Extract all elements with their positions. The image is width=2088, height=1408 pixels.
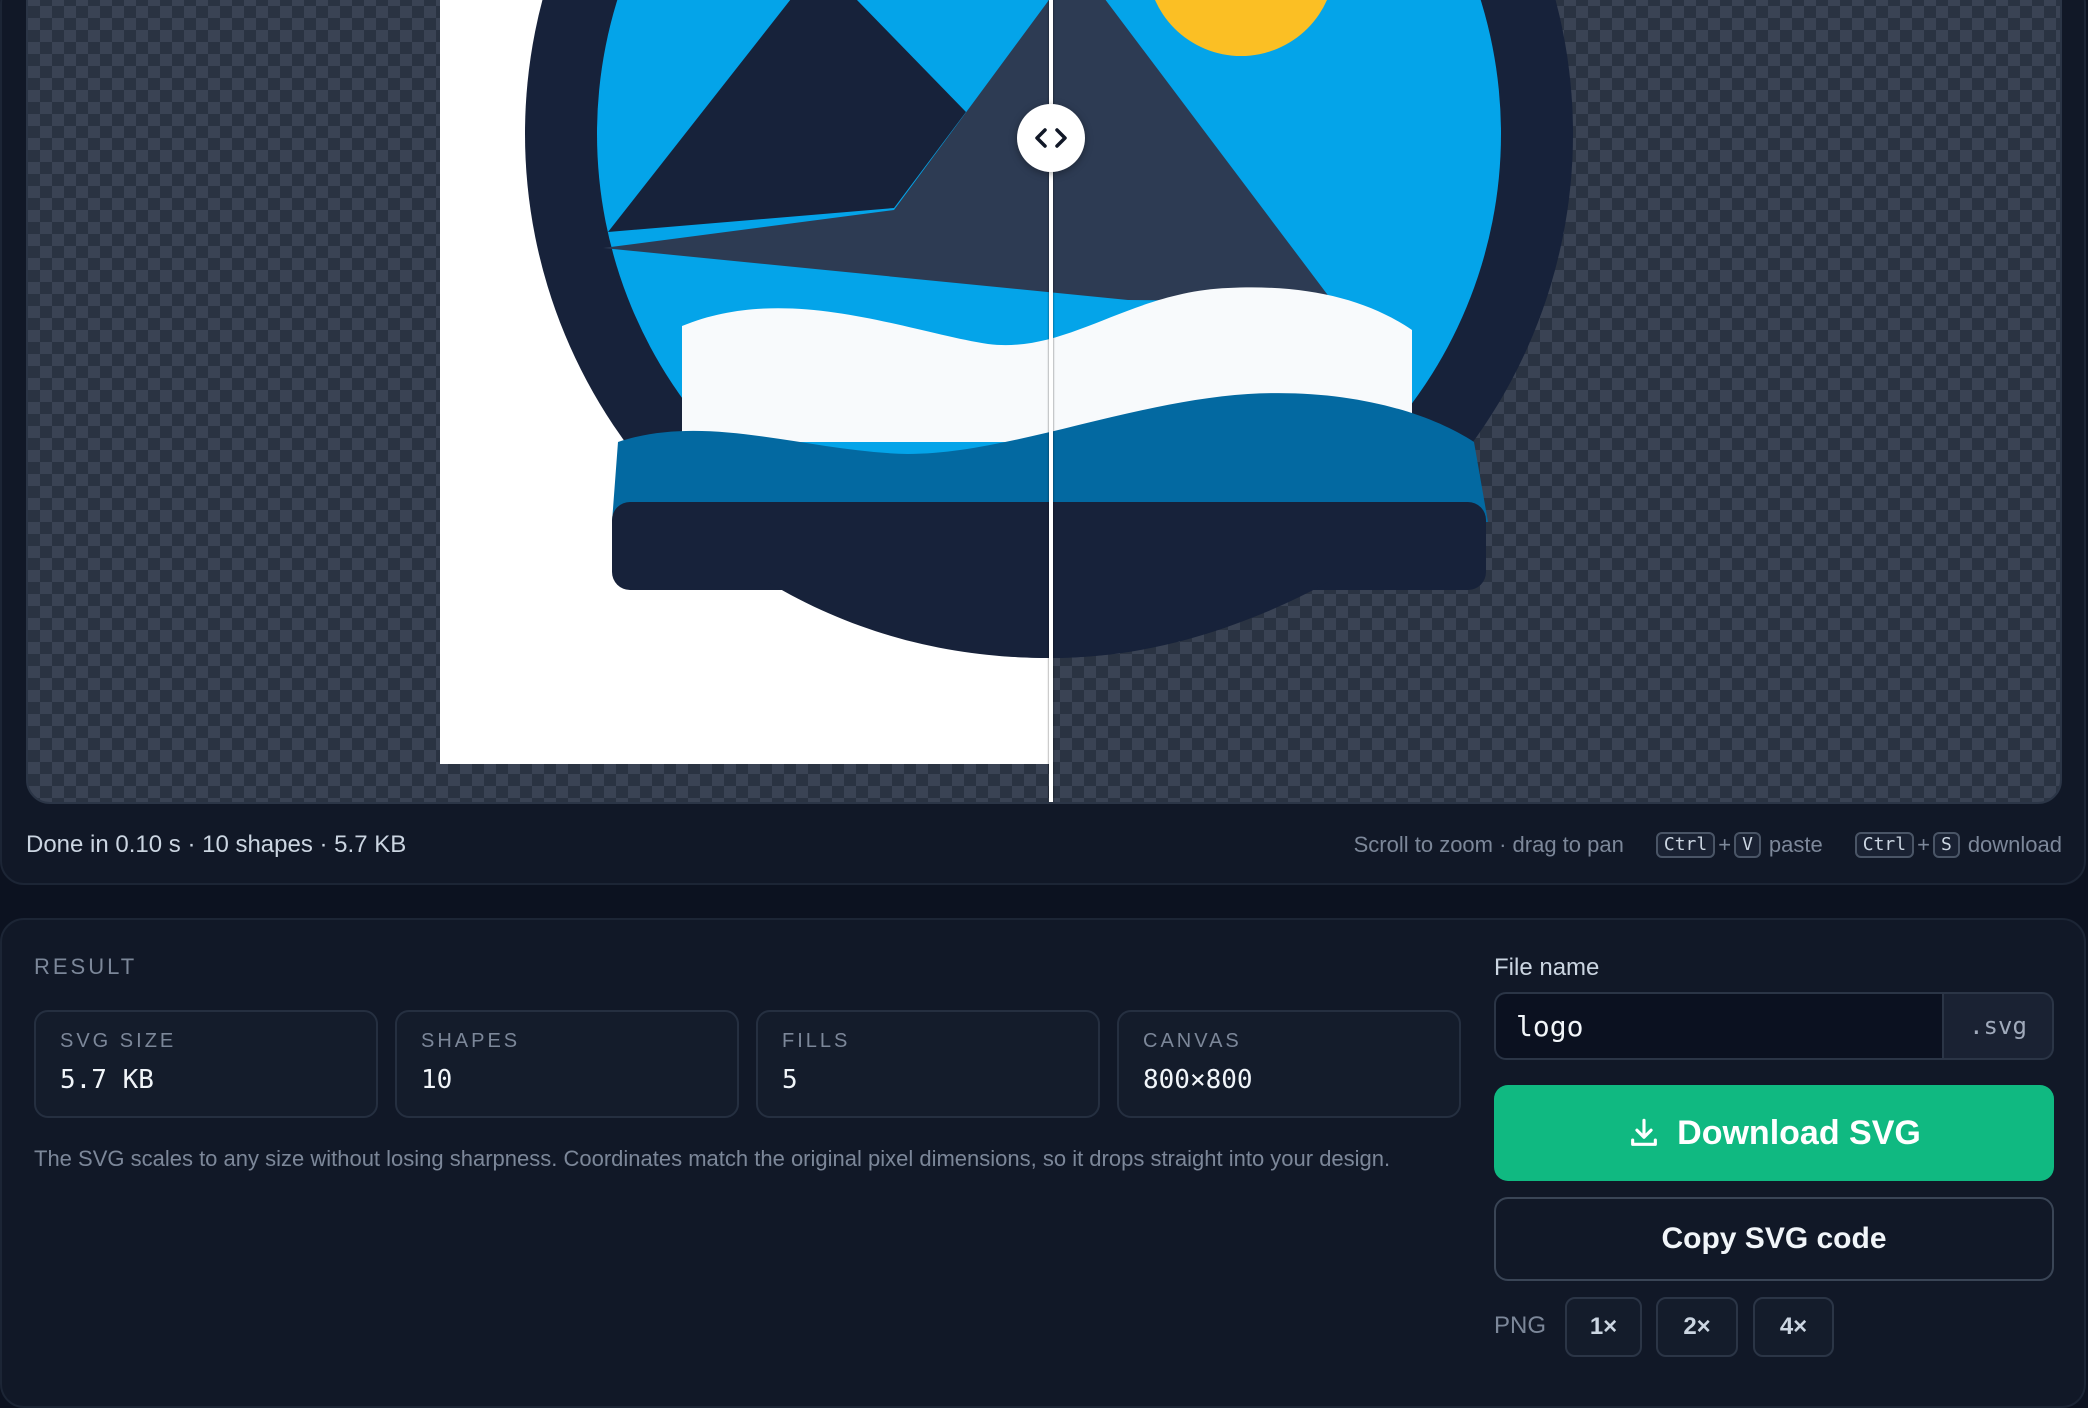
shortcut-hints: Scroll to zoom · drag to pan Ctrl + V pa… (1354, 832, 2062, 858)
kbd-ctrl: Ctrl (1655, 832, 1716, 858)
png-4x-button[interactable]: 4× (1753, 1297, 1834, 1357)
stat-value: 5.7 KB (60, 1065, 154, 1095)
png-2x-button[interactable]: 2× (1656, 1297, 1738, 1357)
stat-svg-size: SVG SIZE 5.7 KB (34, 1010, 378, 1118)
plus-sign: + (1718, 832, 1732, 857)
status-bar: Done in 0.10 s · 10 shapes · 5.7 KB Scro… (26, 828, 2062, 862)
download-shortcut: Ctrl + S download (1854, 832, 2062, 858)
stat-canvas: CANVAS 800×800 (1117, 1010, 1461, 1118)
stat-value: 800×800 (1143, 1065, 1253, 1095)
kbd-s: S (1932, 832, 1960, 858)
download-svg-label: Download SVG (1677, 1113, 1921, 1152)
stat-value: 5 (782, 1065, 798, 1095)
download-svg-button[interactable]: Download SVG (1494, 1085, 2054, 1181)
download-hint-label: download (1967, 832, 2062, 857)
kbd-ctrl: Ctrl (1854, 832, 1915, 858)
file-extension: .svg (1942, 992, 2054, 1060)
download-icon (1631, 1118, 1658, 1146)
stat-label: SVG SIZE (60, 1030, 177, 1052)
stat-value: 10 (421, 1065, 453, 1095)
result-heading: RESULT (34, 954, 138, 979)
stat-fills: FILLS 5 (756, 1010, 1100, 1118)
png-export-label: PNG (1494, 1312, 1547, 1339)
compare-handle[interactable] (1017, 104, 1085, 172)
stat-label: FILLS (782, 1030, 851, 1052)
stat-label: SHAPES (421, 1030, 521, 1052)
stat-label: CANVAS (1143, 1030, 1242, 1052)
result-description: The SVG scales to any size without losin… (34, 1146, 1391, 1171)
copy-svg-code-button[interactable]: Copy SVG code (1494, 1197, 2054, 1281)
plus-sign: + (1917, 832, 1930, 857)
png-1x-button[interactable]: 1× (1565, 1297, 1642, 1357)
comparison-canvas[interactable] (26, 0, 2062, 804)
stat-shapes: SHAPES 10 (395, 1010, 739, 1118)
paste-hint-label: paste (1768, 832, 1823, 857)
file-name-label: File name (1494, 954, 1600, 981)
file-name-input[interactable] (1494, 992, 1942, 1060)
paste-shortcut: Ctrl + V paste (1655, 832, 1823, 858)
status-summary: Done in 0.10 s · 10 shapes · 5.7 KB (26, 831, 407, 858)
code-brackets-icon (1035, 128, 1067, 148)
kbd-v: V (1734, 832, 1761, 858)
zoom-hint: Scroll to zoom · drag to pan (1353, 832, 1624, 857)
